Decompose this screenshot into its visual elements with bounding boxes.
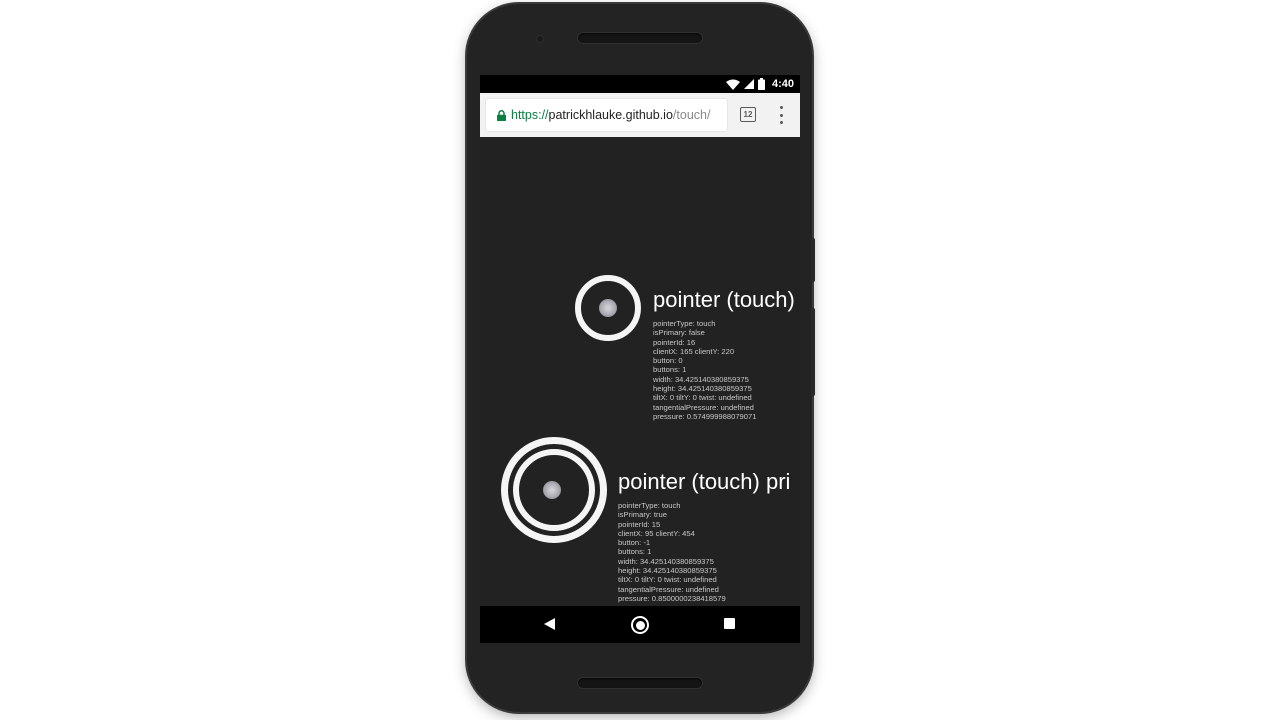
- prop-line: pointerId: 16: [653, 337, 696, 347]
- pointer-title: pointer (touch) pri: [618, 469, 791, 494]
- prop-line: clientX: 95 clientY: 454: [618, 528, 695, 538]
- bottom-speaker: [578, 678, 702, 688]
- prop-line: width: 34.425140380859375: [618, 556, 714, 566]
- url-host: patrickhlauke.github.io: [548, 108, 673, 122]
- browser-toolbar: https://patrickhlauke.github.io/touch/ 1…: [480, 93, 800, 137]
- home-icon[interactable]: [631, 616, 649, 634]
- phone-screen: 4:40 https://patrickhlauke.github.io/tou…: [480, 75, 800, 643]
- status-icons: 4:40: [725, 77, 794, 91]
- navigation-bar: [480, 606, 800, 643]
- prop-line: tiltX: 0 tiltY: 0 twist: undefined: [618, 575, 717, 585]
- prop-line: tangentialPressure: undefined: [618, 584, 719, 594]
- front-camera: [537, 36, 543, 42]
- prop-line: isPrimary: true: [618, 510, 667, 520]
- pointer-properties: pointerType: touch isPrimary: false poin…: [653, 319, 756, 421]
- prop-line: button: 0: [653, 356, 683, 366]
- prop-line: clientX: 165 clientY: 220: [653, 346, 735, 356]
- prop-line: buttons: 1: [653, 365, 687, 375]
- touch-test-page[interactable]: pointer (touch) pointerType: touch isPri…: [480, 137, 800, 606]
- prop-line: tiltX: 0 tiltY: 0 twist: undefined: [653, 393, 752, 403]
- prop-line: height: 34.425140380859375: [618, 566, 717, 576]
- prop-line: isPrimary: false: [653, 328, 705, 338]
- prop-line: button: -1: [618, 538, 651, 548]
- status-bar: 4:40: [480, 75, 800, 93]
- top-speaker: [578, 33, 702, 43]
- scene: 4:40 https://patrickhlauke.github.io/tou…: [0, 0, 1280, 720]
- overflow-menu-icon[interactable]: [778, 106, 784, 124]
- recents-icon[interactable]: [724, 618, 735, 629]
- battery-icon: [757, 78, 765, 90]
- back-icon[interactable]: [544, 618, 555, 630]
- power-button: [811, 238, 815, 282]
- prop-line: buttons: 1: [618, 547, 652, 557]
- prop-line: width: 34.425140380859375: [653, 374, 749, 384]
- url-path: /touch/: [672, 108, 711, 122]
- wifi-icon: [725, 79, 740, 90]
- pointer-title: pointer (touch): [653, 287, 795, 312]
- tab-switcher-icon[interactable]: 12: [740, 107, 756, 122]
- prop-line: pointerType: touch: [618, 501, 681, 510]
- prop-line: pressure: 0.8500000238418579: [618, 593, 726, 603]
- status-time: 4:40: [771, 78, 794, 90]
- prop-line: pressure: 0.574999988079071: [653, 411, 757, 421]
- url-field[interactable]: https://patrickhlauke.github.io/touch/: [486, 99, 727, 131]
- pointer-dot-icon: [599, 299, 617, 317]
- url-text: https://patrickhlauke.github.io/touch/: [511, 108, 710, 122]
- prop-line: pointerId: 15: [618, 519, 661, 529]
- prop-line: tangentialPressure: undefined: [653, 402, 754, 412]
- pointer-properties: pointerType: touch isPrimary: true point…: [618, 501, 726, 603]
- cellular-signal-icon: [743, 79, 754, 89]
- prop-line: pointerType: touch: [653, 319, 716, 328]
- pointer-dot-icon: [543, 481, 561, 499]
- url-scheme: https://: [511, 108, 549, 122]
- volume-button: [811, 308, 815, 396]
- lock-icon: [497, 109, 506, 121]
- prop-line: height: 34.425140380859375: [653, 384, 752, 394]
